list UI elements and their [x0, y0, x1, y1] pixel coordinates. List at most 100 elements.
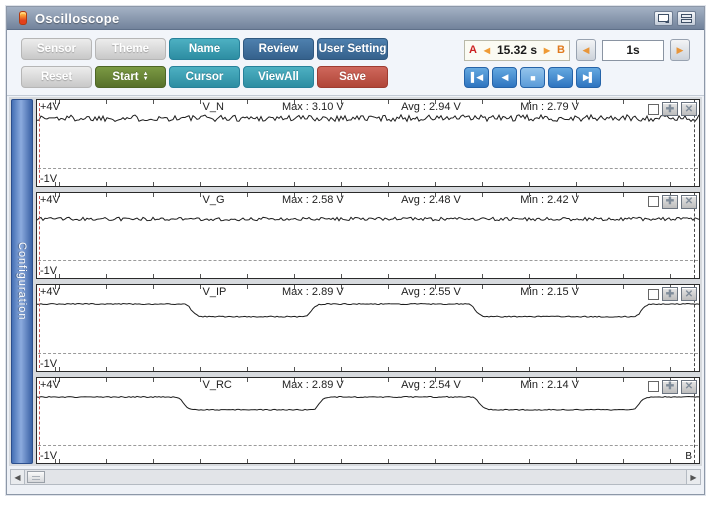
scale-top-label: +4V: [40, 378, 60, 391]
window-title: Oscilloscope: [35, 10, 120, 26]
channel-checkbox[interactable]: [648, 381, 659, 392]
close-channel-button[interactable]: ✕: [681, 102, 697, 116]
name-button[interactable]: Name: [169, 38, 240, 60]
user-setting-button[interactable]: User Setting: [317, 38, 388, 60]
theme-button[interactable]: Theme: [95, 38, 166, 60]
cursor-a-label: A: [469, 44, 477, 56]
magnify-channel-button[interactable]: ✚: [662, 287, 678, 301]
title-bar: Oscilloscope: [7, 7, 704, 30]
scale-top-label: +4V: [40, 286, 60, 298]
cursor-button[interactable]: Cursor: [169, 66, 240, 88]
monitor-icon: [658, 14, 669, 23]
plot-area: Configuration +4V V_N Max : 3.10 V Avg :…: [9, 97, 702, 466]
cursor-b-label: B: [685, 451, 692, 462]
min-stat: Min : 2.15 V: [520, 286, 579, 298]
cursor-b-arrow-icon[interactable]: ▶: [544, 46, 550, 55]
channel-header: +4V V_IP Max : 2.89 V Avg : 2.55 V Min :…: [37, 285, 699, 301]
review-button[interactable]: Review: [243, 38, 314, 60]
scale-bottom-label: -1V: [40, 357, 58, 370]
magnify-channel-button[interactable]: ✚: [662, 379, 678, 394]
channel-checkbox[interactable]: [648, 103, 659, 115]
channel-name: V_RC: [202, 378, 232, 391]
toolbar: Sensor Theme Name Review User Setting Reset S…: [7, 30, 704, 96]
channel-name: V_N: [202, 101, 224, 113]
channel-header: +4V V_G Max : 2.58 V Avg : 2.48 V Min : …: [37, 193, 699, 209]
max-stat: Max : 2.89 V: [281, 378, 344, 391]
time-ticks-bottom: [37, 459, 699, 463]
configuration-tab[interactable]: Configuration: [11, 99, 33, 464]
playback-controls: ▌◀ ◀ ■ ▶ ▶▌: [464, 67, 690, 88]
min-stat: Min : 2.79 V: [520, 101, 579, 113]
magnify-channel-button[interactable]: ✚: [662, 102, 678, 116]
play-button[interactable]: ▶: [548, 67, 573, 88]
interval-decrease-button[interactable]: ◀: [576, 39, 596, 61]
max-stat: Max : 2.89 V: [281, 286, 344, 298]
scale-bottom-label: -1V: [40, 172, 58, 185]
scroll-right-button[interactable]: ▶: [686, 469, 701, 485]
step-back-button[interactable]: ◀: [492, 67, 517, 88]
close-channel-button[interactable]: ✕: [681, 287, 697, 301]
stop-button[interactable]: ■: [520, 67, 545, 88]
scale-bottom-label: -1V: [40, 265, 58, 277]
channel-panel: +4V V_RC Max : 2.89 V Avg : 2.54 V Min :…: [36, 376, 700, 464]
min-stat: Min : 2.14 V: [520, 378, 579, 391]
app-icon: [19, 11, 27, 25]
avg-stat: Avg : 2.48 V: [401, 193, 461, 206]
channel-controls: ✚ ✕: [648, 287, 697, 301]
viewall-button[interactable]: ViewAll: [243, 66, 314, 88]
channel-name: V_G: [202, 193, 225, 206]
close-channel-button[interactable]: ✕: [681, 194, 697, 209]
scale-top-label: +4V: [40, 101, 60, 113]
min-stat: Min : 2.42 V: [520, 193, 579, 206]
save-button[interactable]: Save: [317, 66, 388, 88]
channel-name: V_IP: [202, 286, 227, 298]
skip-end-button[interactable]: ▶▌: [576, 67, 601, 88]
transport-controls: A ◀ 15.32 s ▶ B ◀ 1s ▶ ▌◀ ◀ ■ ▶ ▶▌: [464, 39, 690, 88]
channel-panel: +4V V_IP Max : 2.89 V Avg : 2.55 V Min :…: [36, 284, 700, 372]
magnify-channel-button[interactable]: ✚: [662, 194, 678, 209]
horizontal-scrollbar: ◀ ▶: [10, 469, 701, 485]
max-stat: Max : 3.10 V: [281, 101, 344, 113]
cursor-a-arrow-icon[interactable]: ◀: [484, 46, 490, 55]
scale-bottom-label: -1V: [40, 450, 58, 462]
interval-field[interactable]: 1s: [602, 39, 664, 61]
channel-panel: +4V V_G Max : 2.58 V Avg : 2.48 V Min : …: [36, 191, 700, 279]
zero-gridline: [38, 445, 698, 447]
channel-panel: +4V V_N Max : 3.10 V Avg : 2.94 V Min : …: [36, 99, 700, 187]
time-ticks-bottom: [37, 366, 699, 371]
stacked-panels-icon: [681, 13, 692, 23]
channel-controls: ✚ ✕: [648, 379, 697, 394]
cursor-b-label-top: B: [557, 44, 565, 56]
start-button[interactable]: Start ▲ ▼: [95, 66, 166, 88]
sensor-button[interactable]: Sensor: [21, 38, 92, 60]
interval-increase-button[interactable]: ▶: [670, 39, 690, 61]
display-window-button[interactable]: [654, 10, 673, 26]
channel-header: +4V V_N Max : 3.10 V Avg : 2.94 V Min : …: [37, 100, 699, 116]
scrollbar-track[interactable]: [25, 469, 686, 485]
max-stat: Max : 2.58 V: [281, 193, 344, 206]
scale-top-label: +4V: [40, 193, 60, 206]
channel-controls: ✚ ✕: [648, 194, 697, 209]
channel-controls: ✚ ✕: [648, 102, 697, 116]
configuration-tab-label: Configuration: [16, 242, 28, 321]
channel-header: +4V V_RC Max : 2.89 V Avg : 2.54 V Min :…: [37, 378, 699, 394]
close-channel-button[interactable]: ✕: [681, 379, 697, 394]
channel-list: +4V V_N Max : 3.10 V Avg : 2.94 V Min : …: [36, 99, 700, 464]
layout-panels-button[interactable]: [677, 10, 696, 26]
zero-gridline: [38, 167, 698, 169]
ab-time-display: A ◀ 15.32 s ▶ B: [464, 39, 570, 61]
channel-checkbox[interactable]: [648, 196, 659, 207]
reset-button[interactable]: Reset: [21, 66, 92, 88]
toolbar-buttons: Sensor Theme Name Review User Setting Reset S…: [21, 38, 388, 88]
avg-stat: Avg : 2.54 V: [401, 378, 461, 391]
app-window: Oscilloscope Sensor Theme Name Review User S…: [6, 6, 705, 495]
scrollbar-thumb[interactable]: [27, 471, 45, 483]
time-ticks-bottom: [37, 274, 699, 278]
channel-checkbox[interactable]: [648, 288, 659, 300]
ab-time-value: 15.32 s: [496, 43, 537, 57]
avg-stat: Avg : 2.94 V: [401, 101, 461, 113]
scroll-left-button[interactable]: ◀: [10, 469, 25, 485]
time-ticks-bottom: [37, 181, 699, 186]
skip-start-button[interactable]: ▌◀: [464, 67, 489, 88]
avg-stat: Avg : 2.55 V: [401, 286, 461, 298]
